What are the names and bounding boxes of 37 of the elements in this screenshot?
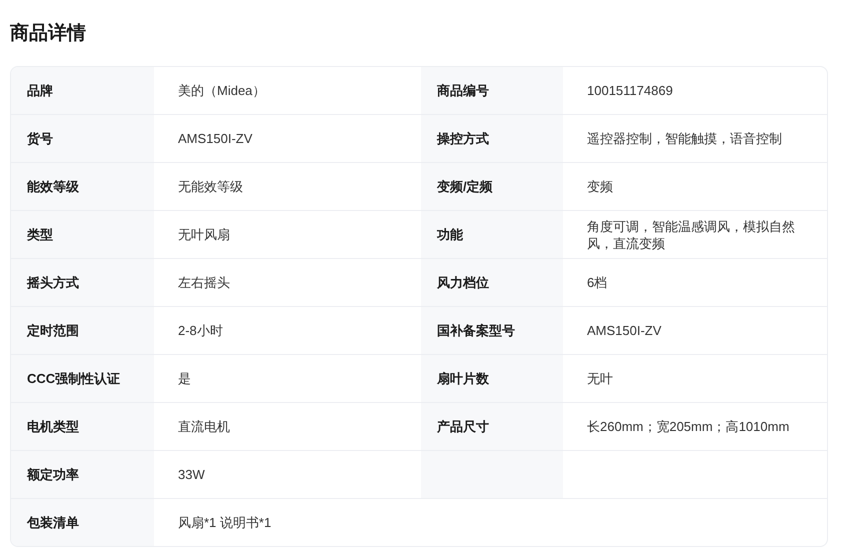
section-title: 商品详情 <box>9 22 87 46</box>
spec-label: 功能 <box>437 226 463 244</box>
spec-value: 33W <box>178 466 205 483</box>
spec-label: 定时范围 <box>27 322 79 340</box>
spec-value: 遥控器控制，智能触摸，语音控制 <box>587 130 782 147</box>
spec-value: 是 <box>178 370 191 387</box>
spec-value: 100151174869 <box>587 82 673 99</box>
spec-value: 无叶风扇 <box>178 226 230 243</box>
spec-value: 美的（Midea） <box>178 82 266 99</box>
spec-label: 扇叶片数 <box>437 370 489 388</box>
spec-label: 能效等级 <box>27 178 79 196</box>
spec-label: 风力档位 <box>437 274 489 292</box>
spec-label: 电机类型 <box>27 418 79 436</box>
spec-label: 摇头方式 <box>27 274 79 292</box>
spec-value: 6档 <box>587 274 608 291</box>
spec-value: 角度可调，智能温感调风，模拟自然风，直流变频 <box>587 218 796 252</box>
spec-label: CCC强制性认证 <box>27 370 120 388</box>
spec-label: 商品编号 <box>437 82 489 100</box>
spec-label: 包装清单 <box>27 514 79 532</box>
spec-value: 变频 <box>587 178 613 195</box>
spec-value: 直流电机 <box>178 418 230 435</box>
spec-label: 类型 <box>27 226 53 244</box>
spec-label: 额定功率 <box>27 466 79 484</box>
spec-label: 变频/定频 <box>437 178 493 196</box>
spec-value: AMS150I-ZV <box>587 322 662 339</box>
spec-label: 操控方式 <box>437 130 489 148</box>
spec-label: 货号 <box>27 130 53 148</box>
spec-label: 国补备案型号 <box>437 322 515 340</box>
spec-value: 无能效等级 <box>178 178 243 195</box>
spec-value: 2-8小时 <box>178 322 223 339</box>
spec-value: 长260mm；宽205mm；高1010mm <box>587 418 790 435</box>
spec-value: 左右摇头 <box>178 274 230 291</box>
spec-value: AMS150I-ZV <box>178 130 252 147</box>
spec-label: 产品尺寸 <box>437 418 489 436</box>
spec-label: 品牌 <box>27 82 53 100</box>
spec-value: 风扇*1 说明书*1 <box>178 514 272 531</box>
spec-value: 无叶 <box>587 370 613 387</box>
